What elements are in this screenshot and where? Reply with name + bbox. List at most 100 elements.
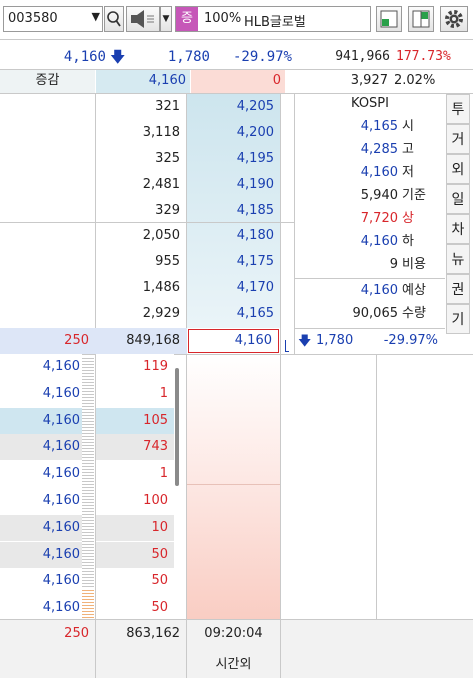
split-window-icon: [412, 10, 430, 28]
stock-name-box[interactable]: 증 100% HLB글로벌: [175, 6, 371, 32]
trade-qty: 50: [151, 546, 168, 562]
ask-qty: 325: [155, 151, 180, 166]
side-tab[interactable]: 거: [446, 124, 470, 154]
bid-diff: 0: [191, 70, 285, 93]
info-value: 9: [389, 257, 398, 272]
side-tab[interactable]: 기: [446, 304, 470, 334]
layout-button-2[interactable]: [408, 6, 434, 32]
side-tab[interactable]: 외: [446, 154, 470, 184]
diff-percent: 2.02%: [394, 73, 436, 88]
ask-qty: 2,481: [142, 177, 180, 192]
ask-qty: 955: [155, 254, 180, 269]
diff-label: 증감: [0, 70, 95, 93]
info-value: 4,165: [360, 119, 398, 134]
footer-time: 09:20:04: [204, 626, 263, 641]
sound-button[interactable]: [126, 6, 160, 32]
diff-row: 증감 4,160 0 3,927 2.02%: [0, 70, 473, 93]
info-label: 예상: [402, 283, 426, 298]
trade-qty: 50: [151, 600, 168, 616]
layout-button-1[interactable]: [376, 6, 402, 32]
info-value: 4,160: [360, 283, 398, 298]
current-price-cell[interactable]: 4,160: [188, 329, 279, 353]
trade-qty: 50: [151, 573, 168, 589]
ask-qty: 2,929: [142, 306, 180, 321]
split-window-icon: [380, 10, 398, 28]
ask-qty: 1,486: [142, 280, 180, 295]
ask-price[interactable]: 4,205: [187, 94, 280, 120]
info-value: 4,160: [360, 234, 398, 249]
zoom-level: 100%: [204, 11, 242, 26]
bracket-mark: [285, 340, 289, 352]
info-label: 하: [402, 234, 414, 249]
market-badge: 증: [176, 7, 198, 31]
ask-price[interactable]: 4,180: [187, 223, 280, 249]
trade-price: 4,160: [42, 546, 80, 562]
ask-price[interactable]: 4,185: [187, 198, 280, 224]
trade-price: 4,160: [42, 493, 80, 508]
info-label: 시: [402, 119, 414, 134]
trade-price: 4,160: [42, 573, 80, 589]
current-left: 250: [64, 333, 89, 348]
info-label: 저: [402, 165, 414, 180]
ask-qty: 329: [155, 203, 180, 218]
trade-qty: 1: [159, 466, 168, 482]
ask-price[interactable]: 4,165: [187, 301, 280, 327]
ask-qty: 321: [155, 99, 180, 114]
trade-volume-bar: [82, 356, 94, 618]
stock-code-box[interactable]: 003580 ▼: [3, 6, 103, 32]
ask-price[interactable]: 4,170: [187, 275, 280, 301]
ask-price[interactable]: 4,200: [187, 120, 280, 146]
trade-qty: 1: [159, 385, 168, 401]
trade-qty: 119: [143, 359, 168, 374]
ask-qty: 3,118: [142, 125, 180, 140]
info-label: 수량: [402, 306, 426, 321]
side-tab[interactable]: 권: [446, 274, 470, 304]
current-price: 4,160: [63, 49, 106, 65]
info-value: 5,940: [360, 188, 398, 203]
side-tab[interactable]: 차: [446, 214, 470, 244]
info-label: 기준: [402, 188, 426, 203]
trade-qty: 10: [151, 519, 168, 535]
trade-price: 4,160: [42, 385, 80, 401]
search-icon: [107, 11, 121, 27]
trade-volume-bar-highlight: [82, 588, 94, 618]
trade-qty: 100: [143, 493, 168, 508]
info-value: 4,285: [360, 142, 398, 157]
info-value: 90,065: [352, 306, 399, 321]
change-rate: -29.97%: [232, 49, 292, 65]
volume: 941,966: [335, 49, 390, 64]
settings-button[interactable]: [440, 6, 468, 32]
side-tab[interactable]: 일: [446, 184, 470, 214]
ask-price[interactable]: 4,175: [187, 249, 280, 275]
ask-price[interactable]: 4,190: [187, 172, 280, 198]
speaker-icon: [131, 10, 154, 28]
trade-price: 4,160: [42, 600, 80, 616]
scrollbar-thumb[interactable]: [175, 368, 179, 486]
current-qty: 849,168: [126, 333, 180, 348]
footer-total: 863,162: [126, 626, 180, 641]
info-value: 7,720: [360, 211, 398, 226]
side-tab[interactable]: 투: [446, 94, 470, 124]
trade-price: 4,160: [42, 359, 80, 374]
chevron-down-icon: ▼: [162, 14, 170, 24]
side-tab[interactable]: 뉴: [446, 244, 470, 274]
info-bottom-rate: -29.97%: [383, 333, 438, 348]
ask-qty: 2,050: [142, 228, 180, 243]
search-button[interactable]: [104, 6, 124, 32]
trade-price: 4,160: [42, 466, 80, 482]
trade-price: 4,160: [42, 412, 80, 428]
chevron-down-icon[interactable]: ▼: [92, 10, 100, 23]
info-value: 4,160: [360, 165, 398, 180]
ask-price[interactable]: 4,195: [187, 146, 280, 172]
info-bottom-change: 1,780: [316, 333, 354, 348]
info-bottom: 🡇 1,780 -29.97%: [296, 329, 444, 353]
footer-session[interactable]: 시간외: [187, 653, 280, 672]
toolbar: 003580 ▼ ▼ 증 100% HLB글로벌: [0, 0, 473, 40]
sound-dropdown[interactable]: ▼: [160, 6, 172, 32]
stock-name: HLB글로벌: [244, 15, 306, 30]
market-label: KOSPI: [351, 96, 389, 111]
info-label: 상: [402, 211, 414, 226]
volume-rate: 177.73%: [396, 49, 451, 64]
price-change: 1,780: [167, 49, 210, 65]
info-label: 비용: [402, 257, 426, 272]
